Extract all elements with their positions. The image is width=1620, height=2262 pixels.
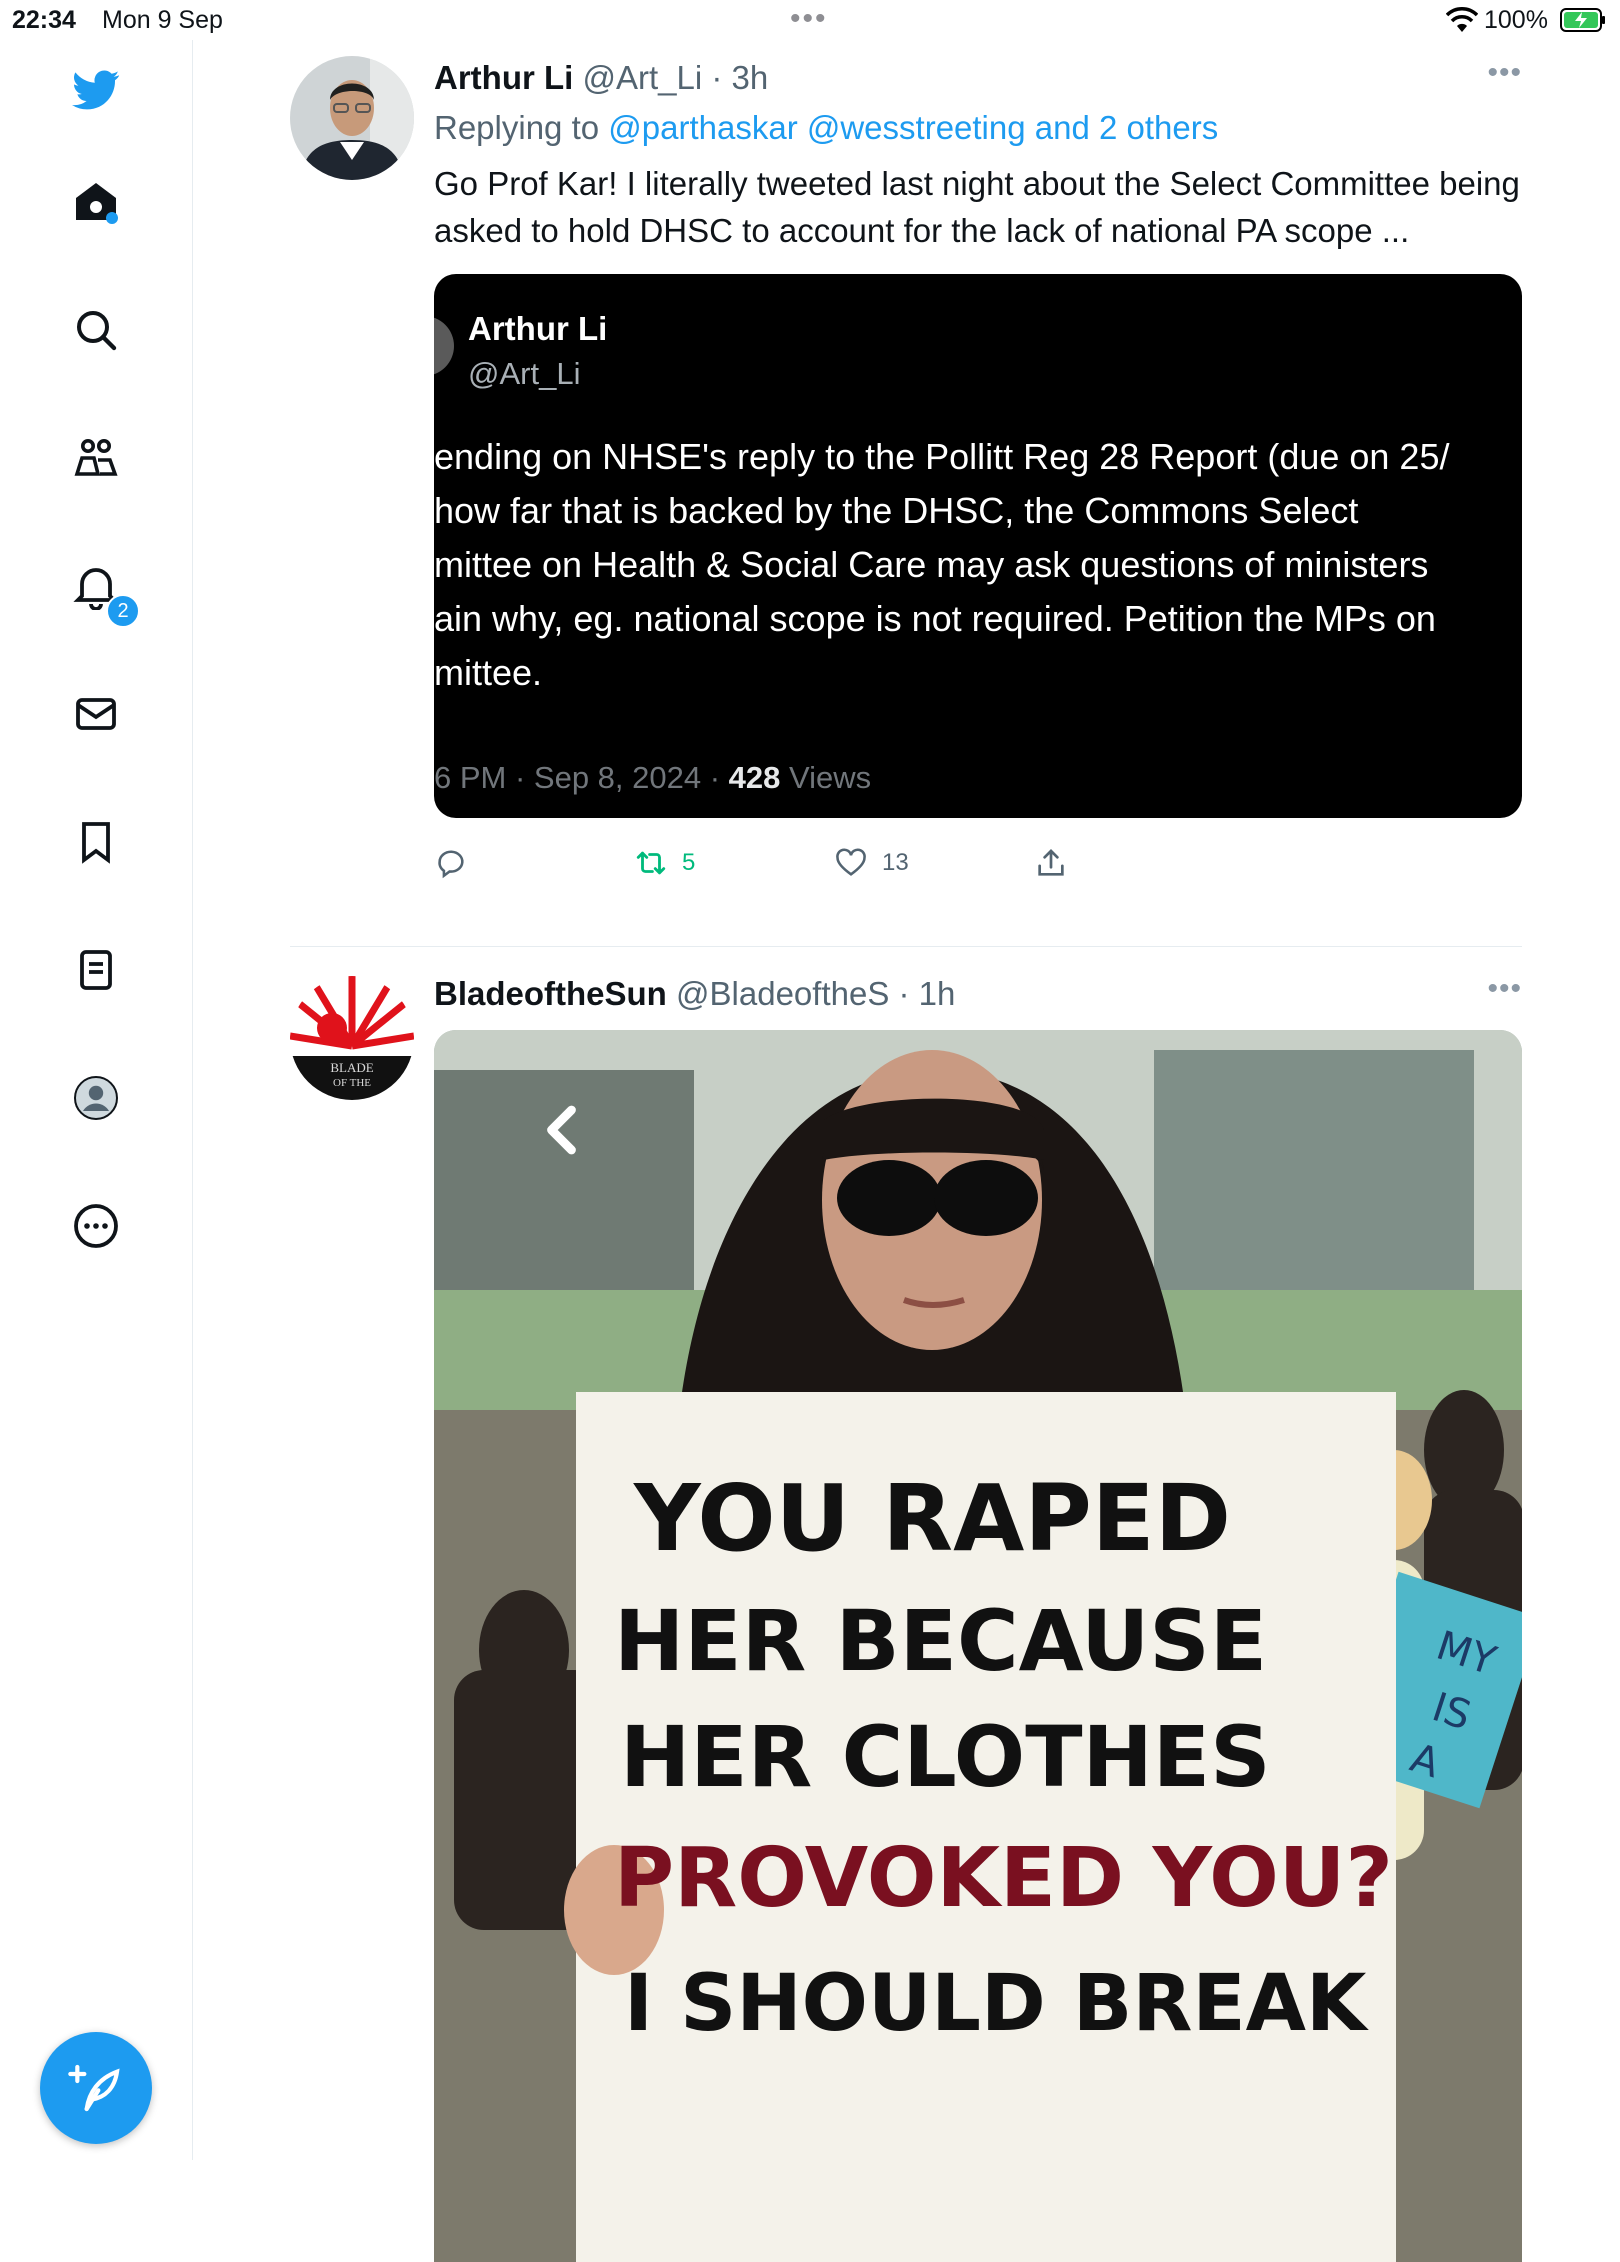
profile-icon [74, 1076, 118, 1120]
nav-home[interactable] [64, 170, 128, 234]
compose-feather-icon [68, 2064, 120, 2112]
avatar[interactable] [290, 56, 414, 180]
share-button[interactable] [1034, 846, 1068, 880]
author-name[interactable]: BladeoftheSun [434, 975, 667, 1012]
battery-charging-icon [1560, 8, 1605, 32]
retweet-icon [636, 851, 666, 875]
share-icon [1038, 849, 1064, 876]
battery-percent: 100% [1484, 6, 1548, 34]
like-button[interactable]: 13 [834, 846, 909, 880]
more-icon [74, 1204, 118, 1248]
nav-lists[interactable] [64, 938, 128, 1002]
wifi-icon [1446, 7, 1478, 32]
tweet-divider [290, 946, 1522, 947]
heart-icon [836, 848, 866, 876]
bookmarks-icon [82, 822, 110, 864]
lists-icon [80, 950, 112, 990]
tweet-time[interactable]: · 3h [711, 59, 768, 96]
chevron-left-icon[interactable] [534, 1100, 594, 1160]
tweet-image[interactable]: MY IS A YOU RAPED HER BECAUSE HER CLOTHE… [434, 1030, 1522, 2262]
tweet-text: Go Prof Kar! I literally tweeted last ni… [434, 165, 1520, 249]
replying-to-links[interactable]: @parthaskar @wesstreeting and 2 others [608, 109, 1218, 146]
multitasking-dots-icon[interactable]: ••• [790, 2, 828, 36]
avatar[interactable]: BLADE OF THE [290, 976, 414, 1100]
quoted-line: ain why, eg. national scope is not requi… [434, 598, 1436, 639]
nav-messages[interactable] [64, 682, 128, 746]
compose-tweet-button[interactable] [40, 2032, 152, 2144]
quoted-line: how far that is backed by the DHSC, the … [434, 490, 1359, 531]
tweet-time[interactable]: · 1h [899, 975, 956, 1012]
notifications-badge: 2 [106, 594, 140, 628]
author-handle[interactable]: @Art_Li [583, 59, 703, 96]
author-name[interactable]: Arthur Li [434, 59, 573, 96]
quoted-views-label: Views [780, 760, 872, 795]
quoted-text: ending on NHSE's reply to the Pollitt Re… [434, 430, 1522, 700]
tweet-actions: 5 13 [434, 828, 1522, 908]
quoted-avatar [434, 316, 454, 376]
retweet-button[interactable]: 5 [634, 846, 695, 880]
svg-text:BLADE: BLADE [330, 1060, 373, 1075]
home-unread-dot [106, 212, 118, 224]
svg-text:OF THE: OF THE [333, 1077, 371, 1089]
retweet-count: 5 [682, 849, 696, 876]
sign-line: PROVOKED YOU? [614, 1831, 1393, 1926]
reply-button[interactable] [434, 846, 468, 880]
sign-line: HER BECAUSE [614, 1592, 1267, 1690]
like-count: 13 [882, 849, 909, 876]
status-date: Mon 9 Sep [102, 6, 223, 34]
replying-prefix: Replying to [434, 109, 609, 146]
quoted-meta: 6 PM · Sep 8, 2024 · 428 Views [434, 760, 871, 796]
nav-more[interactable] [64, 1194, 128, 1258]
quoted-author-handle: @Art_Li [468, 356, 581, 391]
quoted-line: mittee. [434, 652, 543, 693]
tweet-more-icon[interactable]: ••• [1487, 56, 1522, 90]
sign-line: HER CLOTHES [620, 1708, 1271, 1806]
sign-line: YOU RAPED [633, 1465, 1231, 1572]
sidebar: 2 [0, 40, 193, 2160]
nav-communities[interactable] [64, 426, 128, 490]
twitter-logo-icon[interactable] [64, 58, 128, 122]
quoted-views-count: 428 [728, 760, 781, 795]
replying-to: Replying to @parthaskar @wesstreeting an… [434, 106, 1522, 150]
quoted-line: ending on NHSE's reply to the Pollitt Re… [434, 436, 1450, 477]
status-time: 22:34 [12, 6, 76, 34]
search-icon [77, 311, 117, 351]
status-bar: 22:34 Mon 9 Sep ••• 100% [0, 0, 1620, 40]
quoted-line: mittee on Health & Social Care may ask q… [434, 544, 1429, 585]
quoted-timestamp: 6 PM · Sep 8, 2024 · [434, 760, 729, 795]
quoted-author-name: Arthur Li [468, 310, 608, 347]
author-handle[interactable]: @BladeoftheS [676, 975, 889, 1012]
reply-icon [438, 850, 464, 879]
messages-icon [76, 698, 116, 730]
nav-profile[interactable] [64, 1066, 128, 1130]
communities-icon [74, 439, 118, 476]
sign-line: I SHOULD BREAK [624, 1959, 1369, 2049]
quoted-image[interactable]: Arthur Li @Art_Li ending on NHSE's reply… [434, 274, 1522, 818]
nav-search[interactable] [64, 298, 128, 362]
nav-bookmarks[interactable] [64, 810, 128, 874]
tweet-more-icon[interactable]: ••• [1487, 972, 1522, 1006]
